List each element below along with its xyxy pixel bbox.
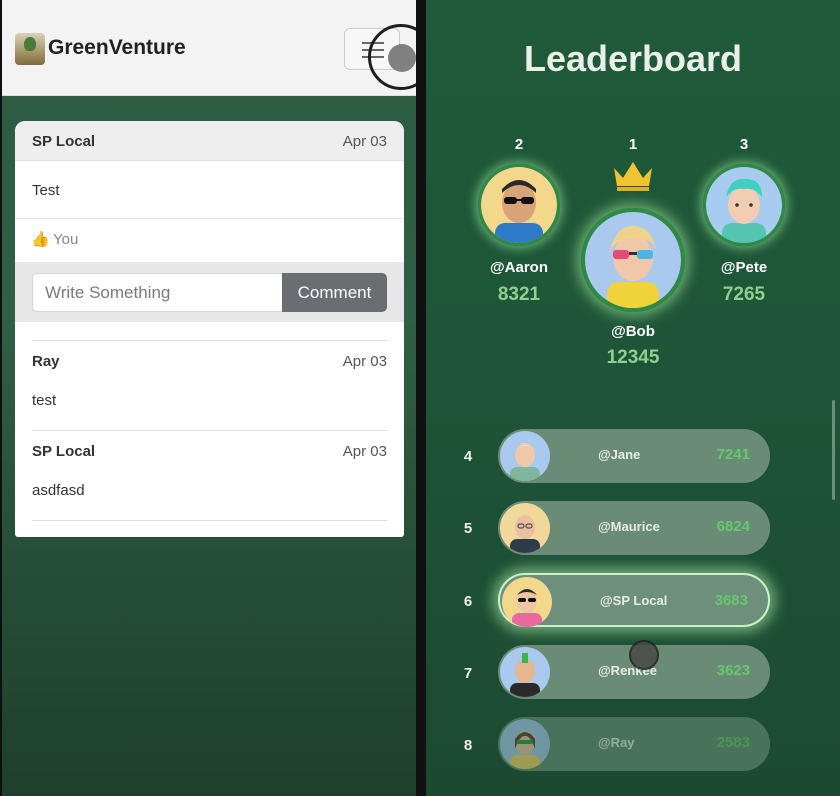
podium-avatar-bob[interactable] — [581, 208, 685, 312]
podium-name-aaron: @Aaron — [490, 259, 548, 276]
leaderboard-row-jane[interactable]: @Jane 7241 — [498, 429, 770, 483]
podium-name-pete: @Pete — [720, 259, 768, 276]
leaderboard-title: Leaderboard — [523, 38, 743, 79]
avatar-ray — [500, 719, 550, 769]
post-text: Test — [32, 182, 60, 199]
touch-indicator-dot — [629, 640, 659, 670]
crown-icon — [614, 162, 652, 191]
podium-rank-2: 2 — [514, 136, 524, 153]
post-likes[interactable]: 👍 You — [15, 219, 404, 262]
brand-name[interactable]: GreenVenture — [48, 36, 186, 60]
touch-indicator-dot — [388, 44, 416, 72]
podium-score-bob: 12345 — [606, 347, 660, 368]
divider — [32, 520, 387, 521]
row-name: @SP Local — [600, 593, 668, 608]
brand-logo[interactable] — [15, 33, 45, 65]
row-name: @Ray — [598, 735, 635, 750]
post-author: SP Local — [32, 133, 96, 150]
avatar-sp-local — [502, 577, 552, 627]
avatar-bob-icon — [585, 212, 681, 308]
panel-divider — [416, 0, 426, 796]
podium-avatar-aaron[interactable] — [478, 164, 560, 246]
row-name: @Jane — [598, 447, 641, 462]
comment-button[interactable]: Comment — [282, 273, 387, 312]
app-screen: GreenVenture SP Local Apr 03 Test 👍 You — [0, 0, 840, 796]
podium-rank-3: 3 — [739, 136, 749, 153]
comment-item: Ray Apr 03 test — [32, 340, 387, 430]
feed-panel: GreenVenture SP Local Apr 03 Test 👍 You — [2, 0, 416, 796]
podium-avatar-pete[interactable] — [703, 164, 785, 246]
avatar-pete-icon — [706, 167, 782, 243]
avatar-jane — [500, 431, 550, 481]
avatar-renkee-icon — [500, 647, 550, 697]
leaderboard-row-current-user[interactable]: @SP Local 3683 — [498, 573, 770, 627]
comment-text: asdfasd — [32, 482, 85, 499]
podium-score-aaron: 8321 — [497, 284, 541, 305]
comment-form: Comment — [15, 262, 404, 322]
top-navbar: GreenVenture — [2, 0, 416, 96]
podium-score-pete: 7265 — [722, 284, 766, 305]
leaderboard-row-ray[interactable]: @Ray 2583 — [498, 717, 770, 771]
thumbs-up-icon[interactable]: 👍 — [31, 230, 50, 248]
row-rank: 6 — [463, 593, 473, 610]
post-date: Apr 03 — [342, 133, 387, 150]
podium-name-bob: @Bob — [611, 323, 655, 340]
row-rank: 8 — [463, 737, 473, 754]
avatar-aaron-icon — [481, 167, 557, 243]
comment-list: Ray Apr 03 test SP Local Apr 03 asdfasd — [15, 340, 404, 521]
row-score: 7241 — [716, 446, 750, 463]
comment-text: test — [32, 392, 57, 409]
row-score: 3683 — [714, 592, 748, 609]
scrollbar-thumb[interactable] — [832, 400, 835, 500]
row-score: 2583 — [716, 734, 750, 751]
post-body: Test — [15, 161, 404, 219]
post-card: SP Local Apr 03 Test 👍 You Comment Ray A… — [15, 121, 404, 537]
comment-author: Ray — [32, 353, 60, 370]
avatar-sp-local-icon — [502, 577, 552, 627]
post-header: SP Local Apr 03 — [15, 121, 404, 161]
comment-author: SP Local — [32, 443, 96, 460]
row-score: 6824 — [716, 518, 750, 535]
avatar-maurice-icon — [500, 503, 550, 553]
comment-item: SP Local Apr 03 asdfasd — [32, 430, 387, 520]
avatar-maurice — [500, 503, 550, 553]
row-score: 3623 — [716, 662, 750, 679]
row-rank: 7 — [463, 665, 473, 682]
podium-rank-1: 1 — [628, 136, 638, 153]
comment-date: Apr 03 — [342, 443, 387, 460]
row-name: @Maurice — [598, 519, 660, 534]
comment-input[interactable] — [32, 273, 282, 312]
avatar-renkee — [500, 647, 550, 697]
comment-date: Apr 03 — [342, 353, 387, 370]
row-rank: 5 — [463, 520, 473, 537]
likes-label: You — [53, 231, 79, 248]
avatar-ray-icon — [500, 719, 550, 769]
leaderboard-panel: Leaderboard 2 1 3 @Aaron 8321 @Bob 12345… — [426, 0, 840, 796]
leaderboard-row-maurice[interactable]: @Maurice 6824 — [498, 501, 770, 555]
row-rank: 4 — [463, 448, 473, 465]
avatar-jane-icon — [500, 431, 550, 481]
